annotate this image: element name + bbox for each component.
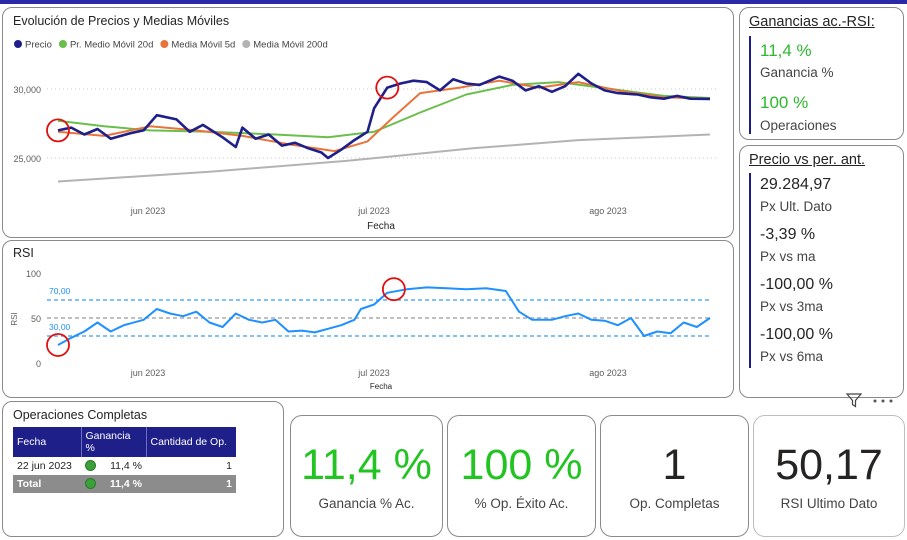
legend-item-label: Media Móvil 200d — [253, 40, 327, 51]
status-dot-icon — [85, 460, 96, 471]
operations-table[interactable]: Fecha Ganancia % Cantidad de Op. 22 jun … — [13, 427, 236, 493]
gains-panel-title: Ganancias ac.-RSI: — [749, 14, 875, 30]
legend-item-label: Media Móvil 5d — [171, 40, 235, 51]
top-accent-bar — [0, 0, 907, 4]
gains-label-operaciones: Operaciones — [760, 118, 837, 133]
kpi-card-rsi-ultimo[interactable]: 50,17 RSI Ultimo Dato — [753, 415, 905, 537]
rsi-y-tick-100: 100 — [26, 269, 41, 279]
rsi-x-tick-jun: jun 2023 — [130, 368, 166, 378]
legend-marker-icon — [242, 40, 251, 48]
legend-marker-icon — [14, 40, 22, 48]
more-options-icon[interactable] — [871, 396, 897, 406]
price-panel-accent — [749, 173, 751, 368]
price-x-tick-jun: jun 2023 — [130, 206, 166, 216]
kpi-value-rsi-ultimo: 50,17 — [775, 441, 883, 489]
ops-total-cantidad: 1 — [146, 475, 236, 493]
legend-item-label: Pr. Medio Móvil 20d — [70, 40, 153, 51]
price-panel-label-px-3ma: Px vs 3ma — [760, 299, 824, 314]
filter-icon[interactable] — [845, 391, 863, 409]
price-x-axis-label: Fecha — [367, 221, 395, 232]
ops-total-ganancia: 11,4 % — [109, 478, 142, 490]
legend-item-label: Precio — [25, 40, 52, 51]
kpi-value-ganancia-ac: 11,4 % — [301, 441, 432, 489]
ops-cell-fecha: 22 jun 2023 — [17, 460, 72, 472]
rsi-chart[interactable]: 100 50 0 RSI 70,00 30,00 jun 2023 jul 20… — [3, 241, 732, 396]
price-panel-value-px-3ma: -100,00 % — [760, 276, 833, 293]
gains-label-ganancia: Ganancia % — [760, 65, 834, 80]
rsi-x-tick-jul: jul 2023 — [357, 368, 390, 378]
gains-panel: Ganancias ac.-RSI: 11,4 % Ganancia % 100… — [739, 7, 904, 140]
price-x-tick-ago: ago 2023 — [589, 206, 627, 216]
rsi-chart-card: RSI 100 50 0 RSI 70,00 30,00 jun 2023 ju… — [2, 240, 734, 398]
table-row[interactable]: 22 jun 2023 11,4 % 1 — [13, 457, 236, 475]
rsi-y-axis-label: RSI — [10, 312, 19, 325]
price-y-tick-30000: 30,000 — [13, 85, 41, 95]
price-y-tick-25000: 25,000 — [13, 154, 41, 164]
price-x-tick-jul: jul 2023 — [357, 206, 390, 216]
price-vs-previous-panel: Precio vs per. ant. 29.284,97 Px Ult. Da… — [739, 145, 904, 398]
operations-table-card: Operaciones Completas Fecha Ganancia % C… — [2, 401, 284, 537]
kpi-value-exito-ac: 100 % — [460, 441, 583, 489]
gains-value-operaciones: 100 % — [760, 93, 809, 112]
ops-col-ganancia[interactable]: Ganancia % — [81, 427, 147, 457]
legend-marker-icon — [58, 40, 67, 48]
rsi-x-axis-label: Fecha — [370, 382, 393, 391]
price-chart-card: Evolución de Precios y Medias Móviles Pr… — [2, 7, 734, 238]
ops-table-header: Fecha Ganancia % Cantidad de Op. — [13, 427, 236, 457]
rsi-y-tick-0: 0 — [36, 359, 41, 369]
price-panel-label-px-6ma: Px vs 6ma — [760, 349, 824, 364]
kpi-label-op-completas: Op. Completas — [629, 496, 720, 511]
price-series-line — [57, 72, 711, 160]
gains-value-ganancia: 11,4 % — [760, 41, 812, 60]
price-panel-value-px-6ma: -100,00 % — [760, 326, 833, 343]
kpi-label-rsi-ultimo: RSI Ultimo Dato — [780, 496, 878, 511]
kpi-card-exito-ac: 100 % % Op. Éxito Ac. — [447, 415, 596, 537]
ops-col-fecha[interactable]: Fecha — [13, 427, 82, 457]
rsi-x-tick-ago: ago 2023 — [589, 368, 627, 378]
price-panel-label-px-ma: Px vs ma — [760, 249, 816, 264]
rsi-ref-label-70: 70,00 — [49, 286, 71, 296]
price-panel-value-px-ult: 29.284,97 — [760, 176, 832, 193]
gains-panel-accent — [749, 36, 751, 134]
ops-cell-ganancia: 11,4 % — [110, 460, 142, 472]
price-chart[interactable]: Precio Pr. Medio Móvil 20d Media Móvil 5d M… — [3, 8, 732, 236]
kpi-card-ganancia-ac: 11,4 % Ganancia % Ac. — [290, 415, 443, 537]
ops-table-title: Operaciones Completas — [13, 408, 148, 422]
price-panel-label-px-ult: Px Ult. Dato — [760, 199, 833, 214]
kpi-value-op-completas: 1 — [662, 441, 687, 489]
ops-total-label: Total — [13, 475, 81, 493]
ops-cell-cantidad: 1 — [226, 460, 232, 472]
status-dot-icon — [85, 478, 96, 489]
kpi-card-op-completas: 1 Op. Completas — [600, 415, 749, 537]
rsi-y-tick-50: 50 — [31, 314, 41, 324]
ops-total-row: Total 11,4 % 1 — [13, 475, 236, 493]
kpi-label-ganancia-ac: Ganancia % Ac. — [318, 496, 415, 511]
rsi-ref-label-30: 30,00 — [49, 322, 71, 332]
kpi-label-exito-ac: % Op. Éxito Ac. — [474, 496, 569, 511]
price-panel-title: Precio vs per. ant. — [749, 152, 866, 168]
legend-marker-icon — [160, 40, 169, 48]
ops-col-cantidad[interactable]: Cantidad de Op. — [146, 427, 236, 457]
price-panel-value-px-ma: -3,39 % — [760, 226, 816, 243]
